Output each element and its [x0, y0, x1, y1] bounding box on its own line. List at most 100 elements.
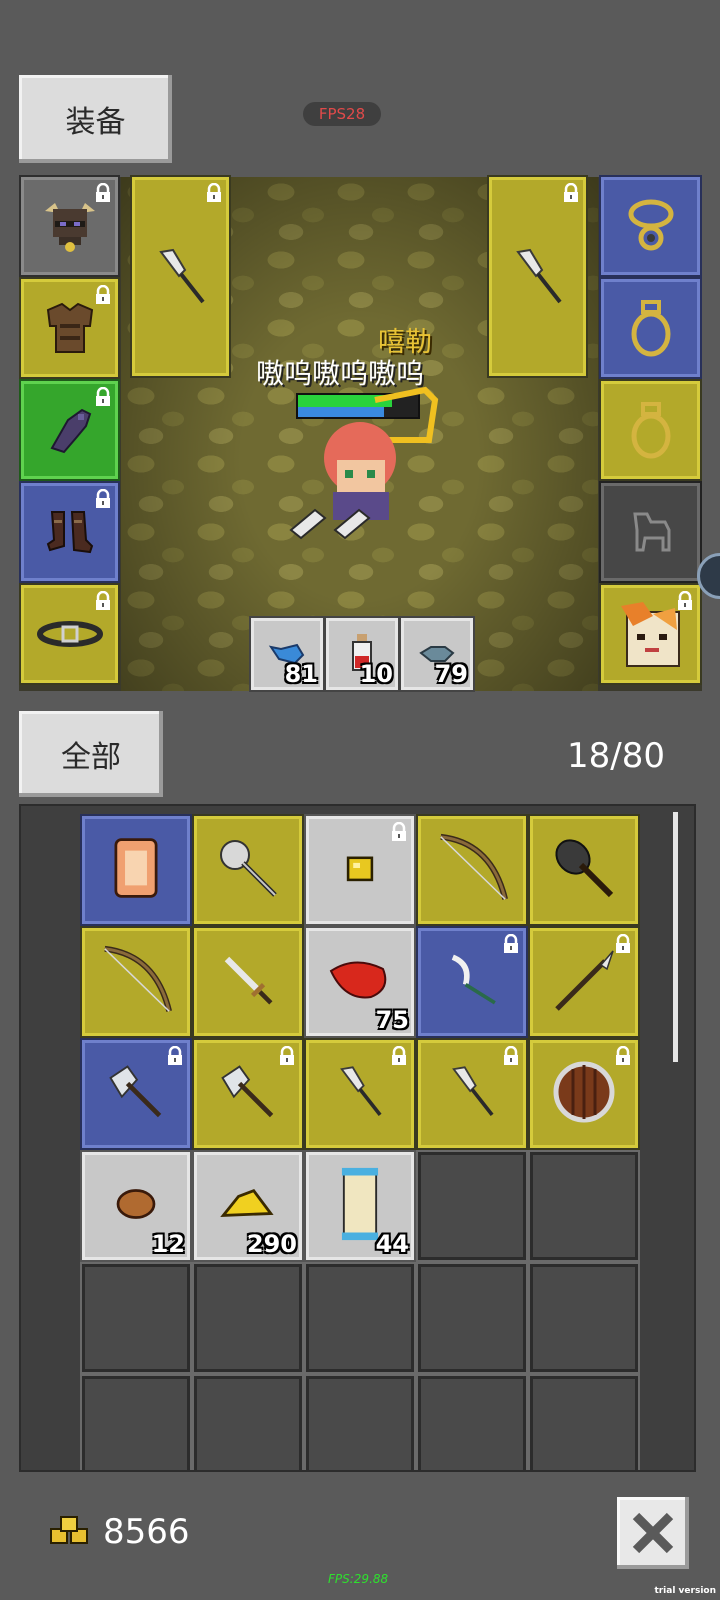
off-hand-slot[interactable] — [489, 177, 586, 376]
inventory-slot[interactable] — [530, 928, 638, 1036]
empty-inventory-slot[interactable] — [82, 1264, 190, 1372]
inventory-slot[interactable] — [418, 928, 526, 1036]
inventory-slot[interactable] — [418, 1040, 526, 1148]
helmet-slot[interactable] — [21, 177, 118, 275]
lock-icon — [504, 934, 518, 953]
inventory-slot[interactable] — [82, 816, 190, 924]
leather-boots-icon — [46, 511, 93, 554]
raw-meat-icon — [325, 955, 395, 1009]
lock-icon — [504, 1046, 518, 1065]
lock-icon — [616, 1046, 630, 1065]
ring-slot-1[interactable] — [601, 279, 700, 377]
inventory-slot[interactable] — [194, 816, 302, 924]
empty-inventory-slot[interactable] — [530, 1376, 638, 1470]
item-count: 44 — [375, 1230, 409, 1258]
inventory-slot[interactable]: 290 — [194, 1152, 302, 1260]
mount-silhouette-icon — [632, 512, 670, 552]
scroll-card-icon — [108, 836, 164, 904]
item-count: 10 — [359, 660, 393, 688]
empty-inventory-slot[interactable] — [306, 1376, 414, 1470]
feather-blade-icon — [444, 1060, 500, 1128]
dark-gloves-icon — [50, 408, 91, 454]
ring-icon — [631, 300, 670, 357]
empty-inventory-slot[interactable] — [194, 1376, 302, 1470]
lock-icon — [678, 591, 692, 610]
item-count: 12 — [151, 1230, 185, 1258]
gold-coins-icon — [50, 1516, 88, 1544]
close-icon — [632, 1512, 674, 1554]
all-items-tab[interactable]: 全部 — [19, 711, 163, 797]
empty-inventory-slot[interactable] — [194, 1264, 302, 1372]
belt-slot[interactable] — [21, 585, 118, 683]
inventory-slot[interactable] — [530, 816, 638, 924]
necklace-icon — [628, 199, 673, 251]
leather-armor-icon — [46, 302, 93, 353]
feather-blade-icon — [332, 1060, 388, 1128]
inventory-slot[interactable]: 75 — [306, 928, 414, 1036]
fps-counter: FPS28 — [303, 102, 381, 126]
empty-inventory-slot[interactable] — [418, 1264, 526, 1372]
main-hand-slot[interactable] — [132, 177, 229, 376]
axe-icon — [215, 1059, 281, 1129]
axe-icon — [103, 1059, 169, 1129]
lock-icon — [392, 1046, 406, 1065]
inventory-slot[interactable] — [306, 816, 414, 924]
inventory-slot[interactable] — [82, 928, 190, 1036]
inventory-slot[interactable] — [194, 928, 302, 1036]
lock-icon — [616, 934, 630, 953]
item-count: 79 — [434, 660, 468, 688]
stone-icon — [113, 1186, 159, 1226]
inventory-slot[interactable] — [530, 1040, 638, 1148]
gold-ore-icon — [343, 851, 377, 889]
item-count: 75 — [375, 1006, 409, 1034]
empty-inventory-slot[interactable] — [530, 1264, 638, 1372]
pet-slot[interactable] — [601, 585, 700, 683]
ring-icon — [631, 402, 670, 459]
trial-watermark: trial version — [654, 1586, 716, 1596]
empty-inventory-slot[interactable] — [82, 1376, 190, 1470]
boots-slot[interactable] — [21, 483, 118, 581]
lock-icon — [280, 1046, 294, 1065]
inventory-slot[interactable] — [194, 1040, 302, 1148]
inventory-slot[interactable] — [82, 1040, 190, 1148]
close-button[interactable] — [617, 1497, 689, 1569]
lock-icon — [564, 183, 578, 202]
equipment-tab[interactable]: 装备 — [19, 75, 172, 163]
inventory-slot[interactable]: 12 — [82, 1152, 190, 1260]
scrollbar[interactable] — [673, 812, 678, 1062]
round-shield-icon — [549, 1057, 619, 1131]
lock-icon — [207, 183, 221, 202]
empty-inventory-slot[interactable] — [306, 1264, 414, 1372]
gold-pile-icon — [219, 1185, 277, 1227]
quick-slot-3[interactable]: 79 — [401, 618, 473, 690]
lock-icon — [96, 489, 110, 508]
necklace-slot[interactable] — [601, 177, 700, 275]
armor-slot[interactable] — [21, 279, 118, 377]
inventory-slot[interactable]: 44 — [306, 1152, 414, 1260]
spear-icon — [549, 945, 619, 1019]
inventory-slot[interactable] — [418, 816, 526, 924]
inventory-grid: 75 12 290 44 — [82, 816, 638, 1470]
gloves-slot[interactable] — [21, 381, 118, 479]
inventory-slot[interactable] — [306, 1040, 414, 1148]
belt-icon — [36, 621, 103, 647]
quick-slot-1[interactable]: 81 — [251, 618, 323, 690]
inventory-panel: 75 12 290 44 — [19, 804, 696, 1472]
item-count: 290 — [246, 1230, 297, 1258]
sword-icon — [216, 948, 280, 1016]
spiked-club-icon — [549, 833, 619, 907]
feather-blade-icon — [158, 248, 205, 303]
inventory-capacity: 18/80 — [567, 736, 665, 776]
quick-slot-2[interactable]: 10 — [326, 618, 398, 690]
character-sprite — [289, 386, 439, 540]
ring-slot-2[interactable] — [601, 381, 700, 479]
bow-icon — [433, 829, 511, 911]
lock-icon — [96, 183, 110, 202]
empty-inventory-slot[interactable] — [418, 1376, 526, 1470]
empty-inventory-slot[interactable] — [418, 1152, 526, 1260]
empty-inventory-slot[interactable] — [530, 1152, 638, 1260]
lock-icon — [96, 285, 110, 304]
lock-icon — [96, 387, 110, 406]
fps-readout: FPS:29.88 — [328, 1572, 389, 1586]
mount-slot[interactable] — [601, 483, 700, 581]
